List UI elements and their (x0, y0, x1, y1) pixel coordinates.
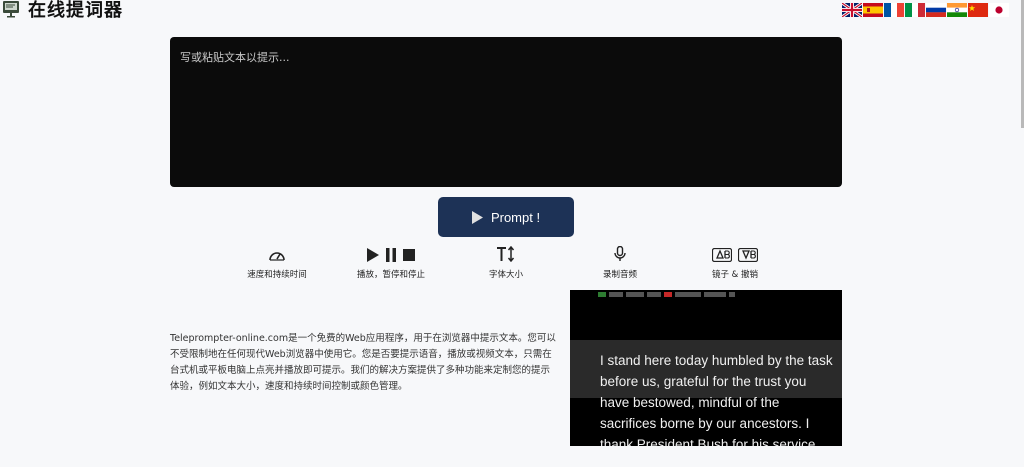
japan-flag-icon[interactable] (989, 3, 1009, 17)
microphone-icon (613, 245, 627, 266)
feature-playback: 播放，暂停和停止 (346, 247, 436, 280)
prompt-button-label: Prompt ! (490, 209, 541, 225)
feature-label: 镜子 & 撤销 (711, 270, 759, 280)
mirror-flip-icon (737, 247, 759, 266)
feature-label: 字体大小 (488, 270, 523, 280)
language-selector (842, 3, 1009, 17)
demo-prompt-text: I stand here today humbled by the task b… (600, 353, 833, 446)
france-flag-icon[interactable] (884, 3, 904, 17)
play-icon (367, 247, 379, 266)
feature-speed-duration: 速度和持续时间 (232, 248, 322, 280)
speedometer-icon (268, 247, 286, 266)
spain-flag-icon[interactable] (863, 3, 883, 17)
pause-icon (385, 247, 397, 266)
play-icon (471, 210, 483, 224)
feature-font-size: 字体大小 (461, 245, 551, 280)
stop-icon (403, 247, 415, 266)
india-flag-icon[interactable] (947, 3, 967, 17)
feature-label: 播放，暂停和停止 (356, 270, 425, 280)
prompt-text-input[interactable] (170, 37, 842, 187)
feature-mirror-undo: 镜子 & 撤销 (690, 247, 780, 280)
china-flag-icon[interactable] (968, 3, 988, 17)
teleprompter-logo-icon[interactable] (2, 0, 20, 18)
uk-flag-icon[interactable] (842, 3, 862, 17)
feature-record-audio: 录制音频 (575, 245, 665, 280)
demo-toolbar (598, 290, 808, 298)
russia-flag-icon[interactable] (926, 3, 946, 17)
prompt-button[interactable]: Prompt ! (438, 197, 574, 237)
teleprompter-demo-preview: I stand here today humbled by the task b… (570, 290, 842, 446)
italy-flag-icon[interactable] (905, 3, 925, 17)
text-size-icon (496, 245, 516, 266)
app-title: 在线提词器 (28, 0, 123, 21)
feature-label: 录制音频 (602, 270, 637, 280)
app-description: Teleprompter-online.com是一个免费的Web应用程序，用于在… (170, 333, 556, 392)
feature-label: 速度和持续时间 (247, 270, 307, 280)
mirror-icon (711, 247, 733, 266)
